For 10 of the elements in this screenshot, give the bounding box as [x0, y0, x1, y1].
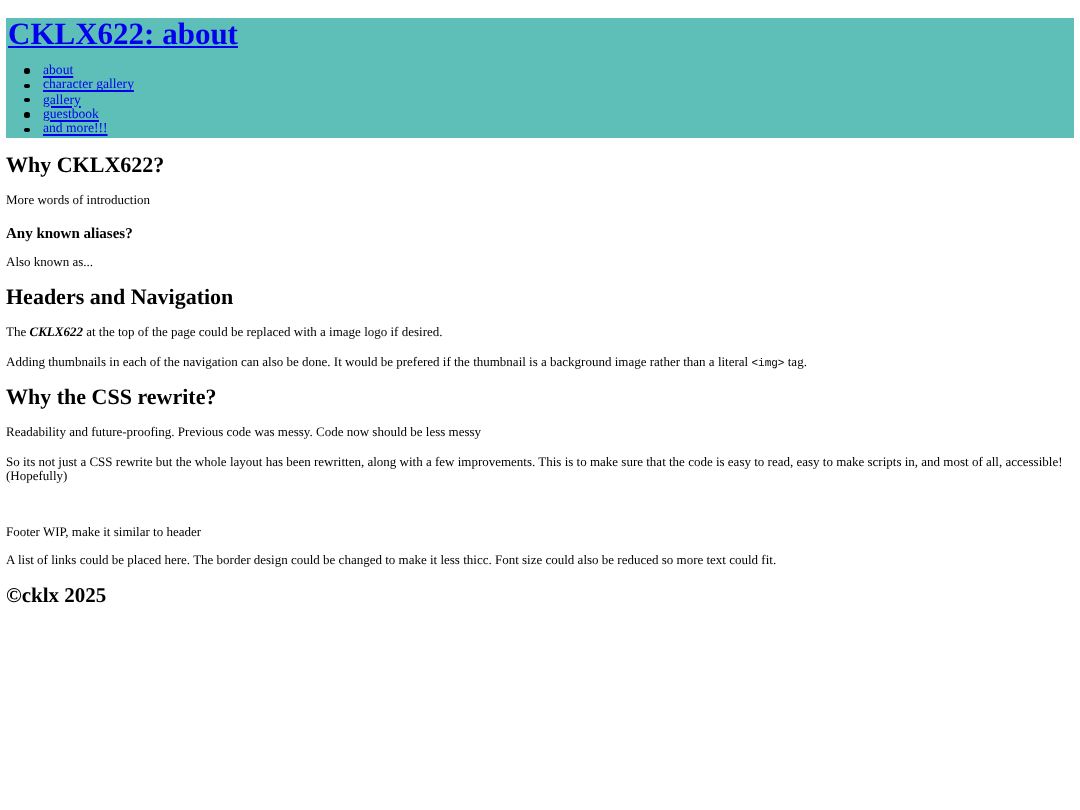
- section-heading: Why the CSS rewrite?: [6, 386, 219, 413]
- copyright-text: ©cklx 2025: [6, 583, 109, 610]
- section-heading: Headers and Navigation: [6, 286, 236, 313]
- bullet-icon: [24, 112, 29, 118]
- section-heading: Why CKLX622?: [6, 154, 167, 181]
- bullet-icon: [24, 97, 29, 103]
- bullet-icon: [24, 127, 29, 133]
- site-title-link[interactable]: CKLX622: about: [8, 18, 238, 54]
- bullet-icon: [24, 68, 29, 74]
- bullet-icon: [24, 83, 29, 89]
